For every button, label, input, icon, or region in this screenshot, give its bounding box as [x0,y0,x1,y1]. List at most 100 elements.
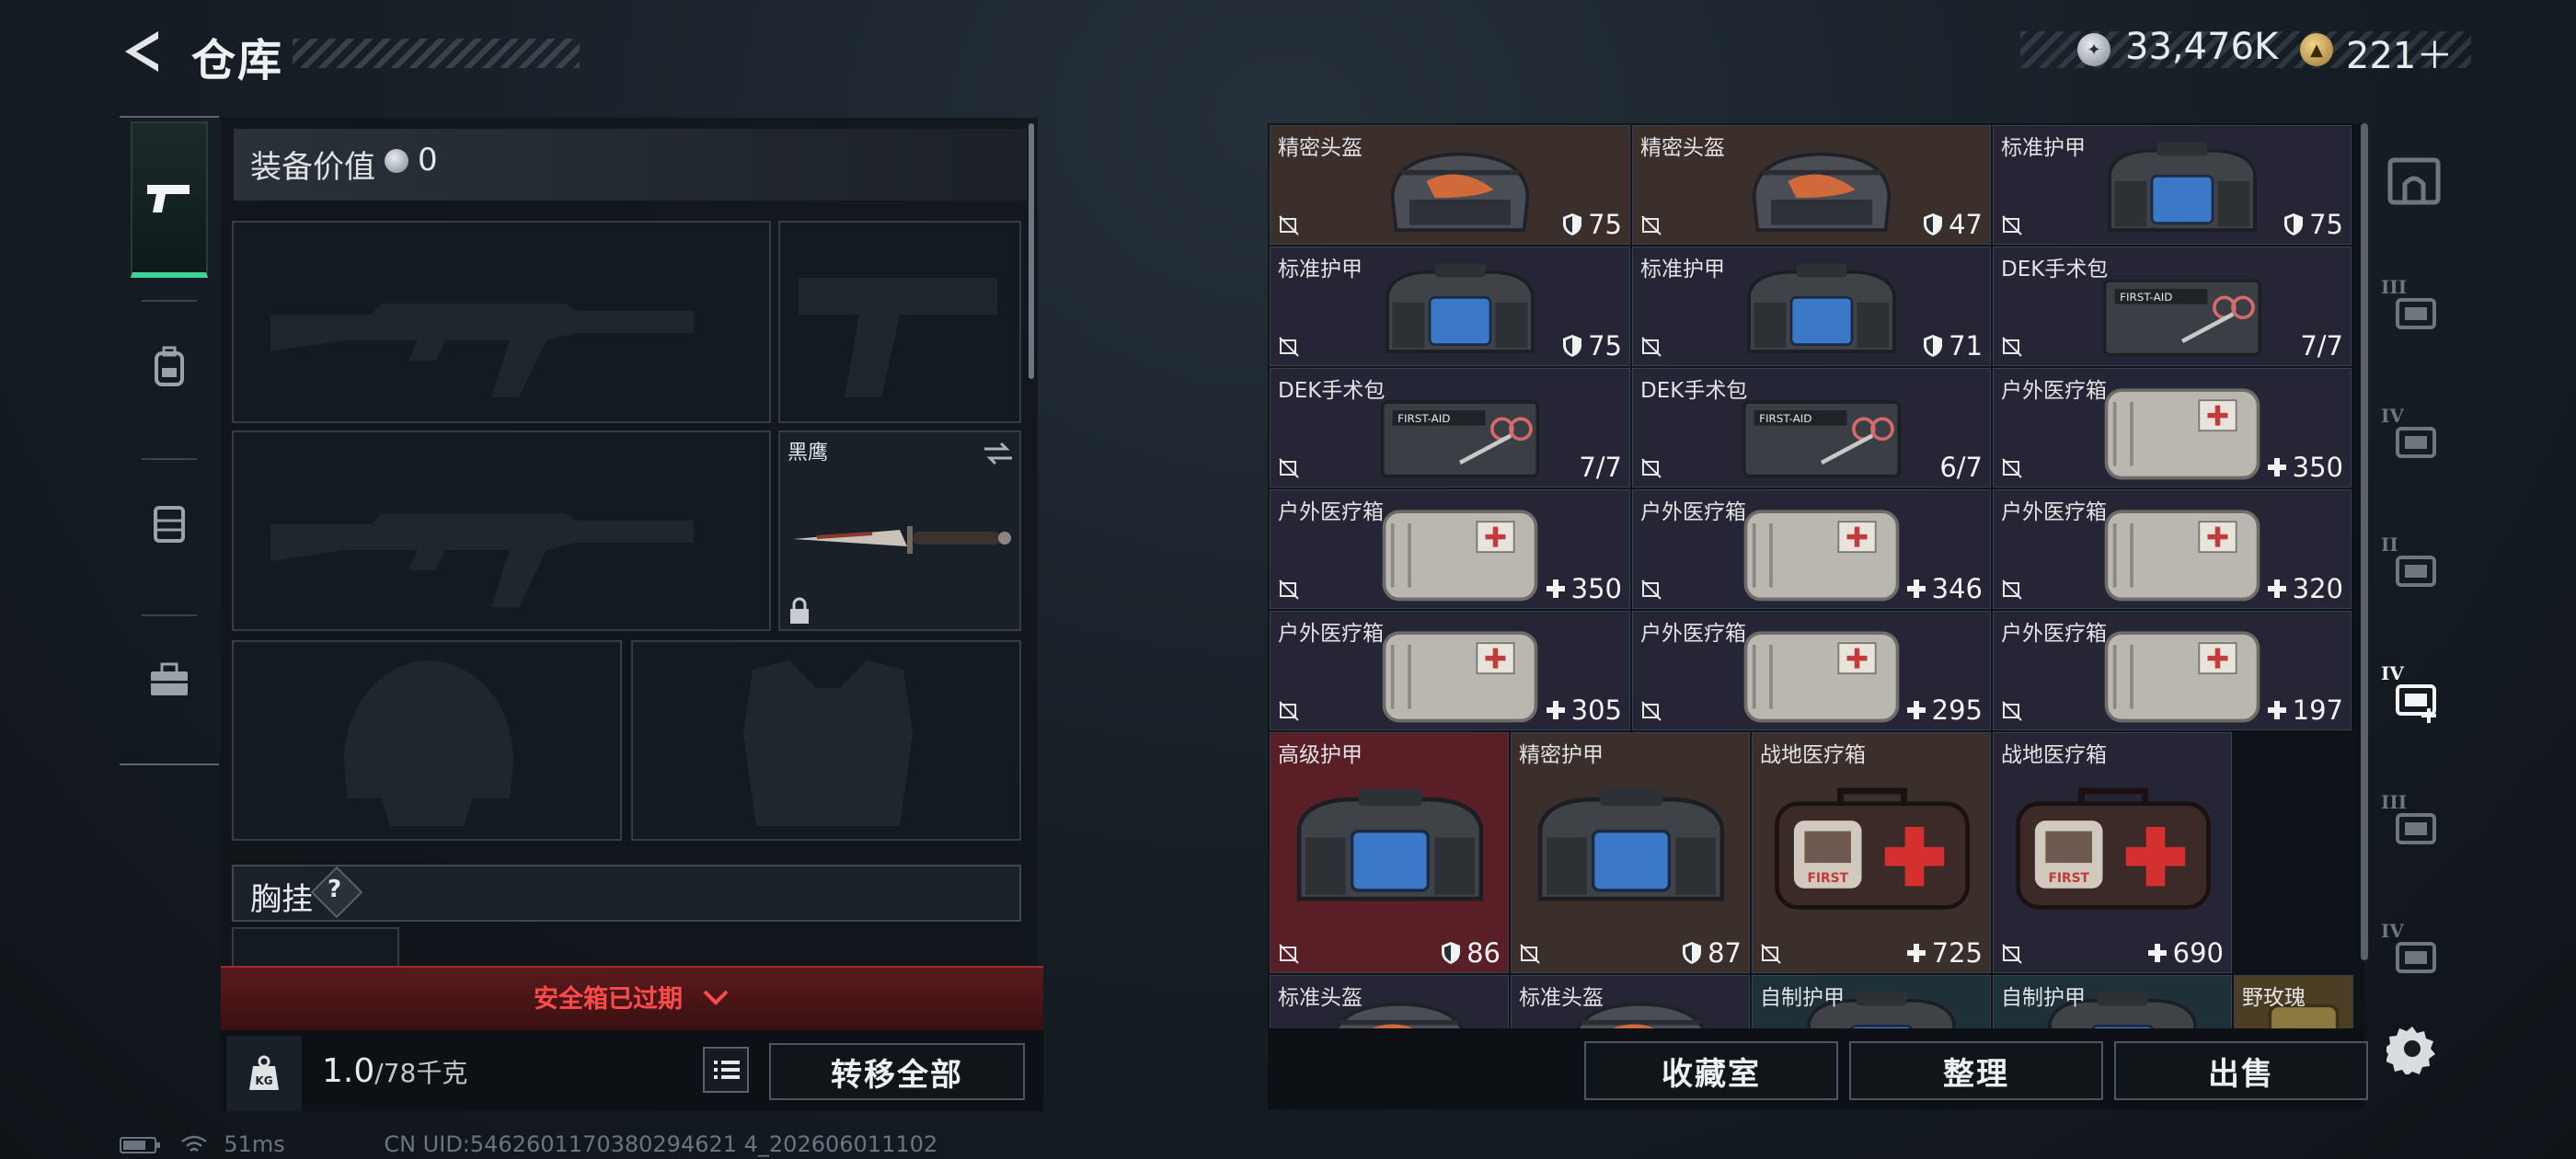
tab-tools[interactable] [131,602,208,758]
stash-item-firstaid[interactable]: 战地医疗箱 FIRST 725 [1752,732,1991,973]
collection-room-button[interactable]: 收藏室 [1584,1041,1838,1100]
silver-coin-icon: ✦ [2077,33,2110,66]
list-view-button[interactable] [703,1047,749,1093]
stash-item-medkit[interactable]: 户外医疗箱 305 [1270,611,1630,730]
durability-shield-icon [1924,213,1943,235]
primary-weapon-slot[interactable] [232,221,771,423]
item-name: 户外医疗箱 [1278,622,1384,646]
stash-filter-5[interactable]: III [2381,791,2447,857]
stash-item-armor[interactable]: 高级护甲 86 [1270,732,1509,973]
help-icon-text: ? [328,876,342,903]
equipment-value-label: 装备价值 [250,149,375,186]
item-name: DEK手术包 [1640,379,1748,403]
armor-slot[interactable] [631,640,1021,841]
stash-item-medkit[interactable]: 户外医疗箱 197 [1993,611,2352,730]
no-trade-icon [2002,337,2022,357]
item-value: 6/7 [1939,452,1983,483]
heal-plus-icon [2267,458,2286,476]
stash-item-misc[interactable]: 野玫瑰 [2234,975,2353,1028]
item-name: 精密头盔 [1640,136,1725,160]
item-name: 精密头盔 [1278,136,1363,160]
stash-item-helmet[interactable]: 精密头盔 75 [1270,125,1630,245]
stash-item-medkit[interactable]: 户外医疗箱 346 [1632,489,1991,609]
stash-scrollbar[interactable] [2361,123,2368,960]
transfer-all-button[interactable]: 转移全部 [769,1043,1025,1100]
stash-item-armor[interactable]: 标准护甲 75 [1993,125,2352,245]
stash-filter-1[interactable]: III [2381,276,2447,342]
tier-label: II [2381,534,2398,556]
item-stat: 7/7 [2300,330,2343,361]
armor-icon [1386,263,1535,353]
backpack-icon [155,346,184,386]
stash-item-medkit[interactable]: 户外医疗箱 295 [1632,611,1991,730]
stash-item-medkit[interactable]: 户外医疗箱 350 [1993,368,2352,488]
gold-amount[interactable]: 221＋ [2346,26,2453,79]
loadout-scrollbar[interactable] [1029,123,1034,379]
stash-item-helmet[interactable]: 标准头盔 [1511,975,1750,1028]
swap-icon[interactable] [983,440,1014,467]
safebox-expired-text: 安全箱已过期 [534,985,683,1014]
stash-filter-4[interactable]: IV [2381,662,2447,729]
carry-weight-value: 1.0 [322,1052,375,1090]
sell-button[interactable]: 出售 [2114,1041,2368,1100]
no-trade-icon [1641,458,1662,478]
stash-item-armor[interactable]: 标准护甲 71 [1632,247,1991,366]
item-value: 350 [2292,452,2343,483]
stash-item-armor[interactable]: 标准护甲 75 [1270,247,1630,366]
item-value: 75 [1588,330,1622,361]
heal-plus-icon [2147,944,2167,962]
ping-text: 51ms [224,1131,285,1157]
stash-item-medkit[interactable]: 户外医疗箱 350 [1270,489,1630,609]
helmet-icon [1390,152,1530,232]
medkit-icon [2104,388,2260,480]
item-stat: 75 [1562,209,1622,240]
item-stat: 75 [1562,330,1622,361]
helmet-icon [1752,152,1892,232]
surgery-icon: FIRST-AID [1380,400,1540,478]
item-stat: 295 [1906,694,1983,726]
sidearm-slot[interactable] [778,221,1021,423]
pistol-silhouette-icon [799,278,997,397]
stash-filter-0[interactable] [2381,147,2447,213]
rifle-silhouette-icon [270,304,694,397]
stash-item-firstaid[interactable]: 战地医疗箱 FIRST 690 [1993,732,2232,973]
organize-button[interactable]: 整理 [1849,1041,2103,1100]
gear-icon[interactable] [2386,1023,2438,1074]
item-stat: 47 [1923,209,1983,240]
svg-text:FIRST: FIRST [2048,871,2089,886]
stash-filter-3[interactable]: II [2381,534,2447,600]
tab-gear[interactable] [131,289,208,445]
stash-item-helmet[interactable]: 标准头盔 [1270,975,1509,1028]
durability-shield-icon [2284,213,2304,235]
tab-chest[interactable] [131,445,208,602]
item-value: 75 [1588,209,1622,240]
no-trade-icon [1520,944,1540,964]
stash-item-armor[interactable]: 精密护甲 87 [1511,732,1750,973]
stash-filter-2[interactable]: IV [2381,405,2447,471]
heal-plus-icon [1546,580,1565,598]
stash-item-surgery[interactable]: DEK手术包 FIRST-AID 7/7 [1993,247,2352,366]
tab-weapons[interactable] [131,121,208,278]
tier-label: IV [2381,405,2404,427]
back-arrow-icon[interactable] [118,28,162,75]
armor-silhouette-icon [743,660,913,826]
item-value: 86 [1466,937,1501,969]
heal-plus-icon [1906,944,1926,962]
medkit-icon [1382,510,1538,602]
stash-item-armor[interactable]: 自制护甲 [1993,975,2232,1028]
helmet-slot[interactable] [232,640,622,841]
stash-item-surgery[interactable]: DEK手术包 FIRST-AID 6/7 [1632,368,1991,488]
chevron-down-icon[interactable] [703,988,729,1008]
no-trade-icon [1641,701,1662,721]
melee-slot[interactable]: 黑鹰 [778,430,1021,631]
stash-item-medkit[interactable]: 户外医疗箱 320 [1993,489,2352,609]
stash-filter-6[interactable]: IV [2381,920,2447,986]
chest-rig-slot[interactable] [232,927,399,968]
tier-label: III [2381,276,2408,298]
item-value: 690 [2172,937,2224,969]
item-name: 标准护甲 [1278,258,1363,281]
stash-item-helmet[interactable]: 精密头盔 47 [1632,125,1991,245]
secondary-weapon-slot[interactable] [232,430,771,631]
stash-item-armor[interactable]: 自制护甲 [1752,975,1991,1028]
stash-item-surgery[interactable]: DEK手术包 FIRST-AID 7/7 [1270,368,1630,488]
